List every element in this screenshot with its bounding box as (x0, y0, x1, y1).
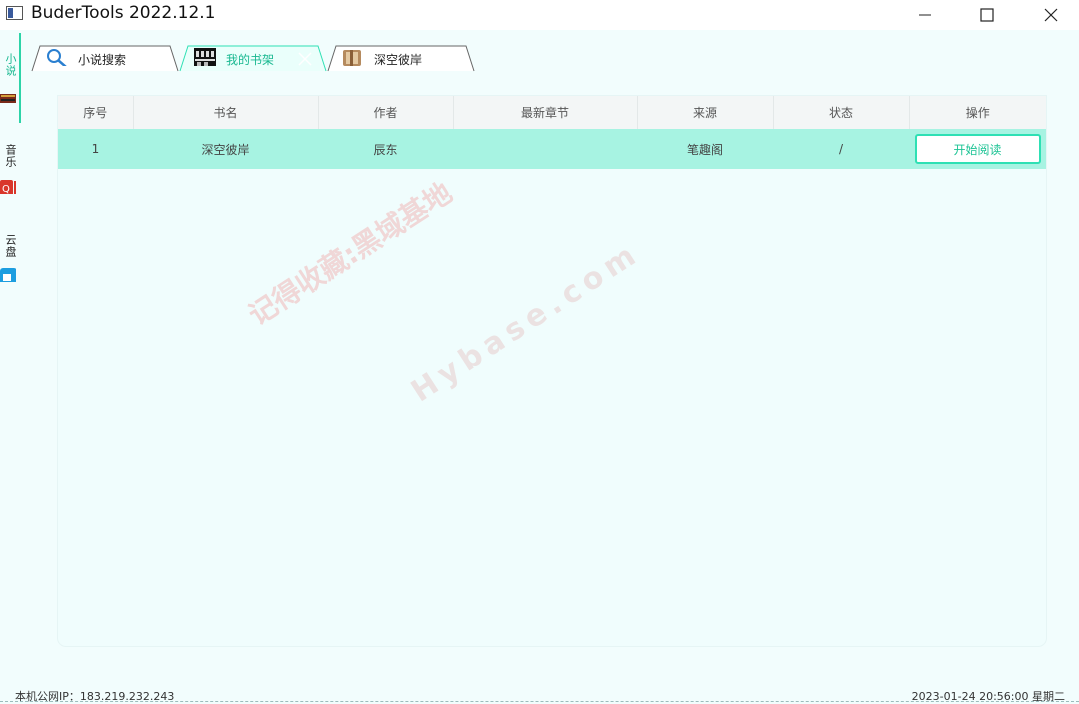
tab-label: 小说搜索 (78, 53, 127, 67)
cloud-drive-icon (0, 268, 16, 282)
cell-title: 深空彼岸 (133, 129, 318, 169)
minimize-button[interactable] (902, 0, 948, 30)
sidebar-item-label: 音乐 (4, 144, 17, 168)
cell-author: 辰东 (318, 129, 453, 169)
sidebar-item-cloud-drive[interactable]: 云盘 (0, 228, 22, 298)
close-button[interactable] (1028, 0, 1074, 30)
column-header-latest-chapter[interactable]: 最新章节 (453, 96, 638, 129)
close-tab-icon[interactable] (298, 52, 312, 66)
maximize-icon (980, 8, 994, 22)
cell-source: 笔趣阁 (637, 129, 773, 169)
column-header-action[interactable]: 操作 (909, 96, 1046, 129)
window-title: BuderTools 2022.12.1 (31, 3, 216, 23)
column-header-index[interactable]: 序号 (58, 96, 134, 129)
cell-action: 开始阅读 (909, 129, 1046, 169)
tab-novel-search[interactable]: 小说搜索 (30, 44, 179, 72)
column-header-source[interactable]: 来源 (637, 96, 774, 129)
cell-latest-chapter (453, 129, 637, 169)
close-tab-icon[interactable] (446, 52, 460, 66)
column-header-author[interactable]: 作者 (318, 96, 454, 129)
tab-strip: 小说搜索 我的书架 深空彼岸 (30, 44, 490, 74)
title-bar: BuderTools 2022.12.1 (0, 0, 1079, 30)
table-header: 序号 书名 作者 最新章节 来源 状态 操作 (58, 96, 1046, 129)
bookshelf-table: 序号 书名 作者 最新章节 来源 状态 操作 1 深空彼岸 辰东 笔趣阁 / 开… (58, 96, 1046, 169)
close-tab-icon[interactable] (150, 52, 164, 66)
tab-my-bookshelf[interactable]: 我的书架 (178, 44, 327, 72)
cell-status: / (773, 129, 909, 169)
sidebar-item-label: 小说 (4, 53, 17, 77)
book-icon (0, 94, 16, 103)
maximize-button[interactable] (964, 0, 1010, 30)
status-divider (0, 701, 1079, 702)
sidebar-item-music[interactable]: 音乐 Q (0, 138, 22, 208)
minimize-icon (919, 14, 931, 16)
tab-label: 深空彼岸 (374, 53, 423, 67)
svg-text:Q: Q (2, 184, 10, 194)
bookshelf-icon (194, 48, 216, 66)
tab-book-deep-space[interactable]: 深空彼岸 (326, 44, 475, 72)
book-cover-icon (343, 50, 361, 66)
cell-index: 1 (58, 129, 133, 169)
column-header-status[interactable]: 状态 (773, 96, 910, 129)
search-icon (47, 49, 67, 66)
tab-label: 我的书架 (226, 53, 275, 67)
sidebar-item-label: 云盘 (4, 234, 17, 258)
app-icon (6, 6, 23, 20)
table-row[interactable]: 1 深空彼岸 辰东 笔趣阁 / 开始阅读 (58, 129, 1046, 169)
music-icon: Q (0, 180, 16, 194)
sidebar: 小说 音乐 Q 云盘 (0, 33, 22, 693)
column-header-title[interactable]: 书名 (133, 96, 319, 129)
close-icon (1044, 8, 1058, 22)
bookshelf-panel: 序号 书名 作者 最新章节 来源 状态 操作 1 深空彼岸 辰东 笔趣阁 / 开… (58, 96, 1046, 646)
active-indicator (19, 33, 21, 123)
sidebar-item-novel[interactable]: 小说 (0, 33, 22, 123)
start-reading-button[interactable]: 开始阅读 (914, 134, 1041, 164)
